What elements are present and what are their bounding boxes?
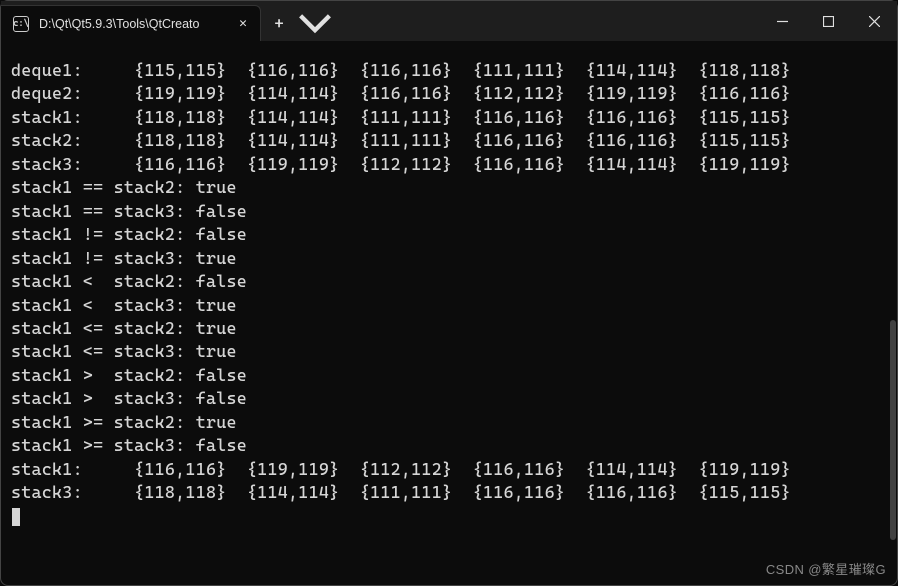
new-tab-button[interactable]: + <box>261 5 297 41</box>
terminal-line: stack1 > stack3: false <box>11 387 887 410</box>
cmd-icon: c:\ <box>13 16 29 32</box>
maximize-button[interactable] <box>805 1 851 41</box>
tab-dropdown-button[interactable] <box>297 5 333 41</box>
terminal-line: stack1 == stack3: false <box>11 200 887 223</box>
tab-title: D:\Qt\Qt5.9.3\Tools\QtCreato <box>39 17 224 31</box>
titlebar: c:\ D:\Qt\Qt5.9.3\Tools\QtCreato ✕ + <box>1 1 897 41</box>
terminal-line: stack3: {118,118} {114,114} {111,111} {1… <box>11 481 887 504</box>
minimize-button[interactable] <box>759 1 805 41</box>
terminal-line: stack2: {118,118} {114,114} {111,111} {1… <box>11 129 887 152</box>
tab-close-button[interactable]: ✕ <box>234 14 252 33</box>
terminal-line: stack1 < stack2: false <box>11 270 887 293</box>
terminal-line: stack1 >= stack2: true <box>11 411 887 434</box>
scrollbar-thumb[interactable] <box>890 320 896 540</box>
terminal-line: stack1 != stack3: true <box>11 247 887 270</box>
terminal-line: stack1: {118,118} {114,114} {111,111} {1… <box>11 106 887 129</box>
terminal-line: stack1 >= stack3: false <box>11 434 887 457</box>
close-button[interactable] <box>851 1 897 41</box>
prompt-line <box>11 505 887 528</box>
terminal-line: stack1 <= stack3: true <box>11 340 887 363</box>
terminal-line: stack3: {116,116} {119,119} {112,112} {1… <box>11 153 887 176</box>
terminal-line: stack1 != stack2: false <box>11 223 887 246</box>
terminal-line: stack1 < stack3: true <box>11 294 887 317</box>
active-tab[interactable]: c:\ D:\Qt\Qt5.9.3\Tools\QtCreato ✕ <box>1 5 261 41</box>
terminal-line: stack1: {116,116} {119,119} {112,112} {1… <box>11 458 887 481</box>
terminal-line: stack1 > stack2: false <box>11 364 887 387</box>
terminal-line: stack1 == stack2: true <box>11 176 887 199</box>
titlebar-drag-area[interactable] <box>333 1 759 41</box>
cursor <box>12 508 20 526</box>
watermark: CSDN @繁星璀璨G <box>766 559 886 578</box>
terminal-line: deque1: {115,115} {116,116} {116,116} {1… <box>11 59 887 82</box>
terminal-line: deque2: {119,119} {114,114} {116,116} {1… <box>11 82 887 105</box>
window-controls <box>759 1 897 41</box>
terminal-output[interactable]: deque1: {115,115} {116,116} {116,116} {1… <box>1 41 897 538</box>
terminal-line: stack1 <= stack2: true <box>11 317 887 340</box>
